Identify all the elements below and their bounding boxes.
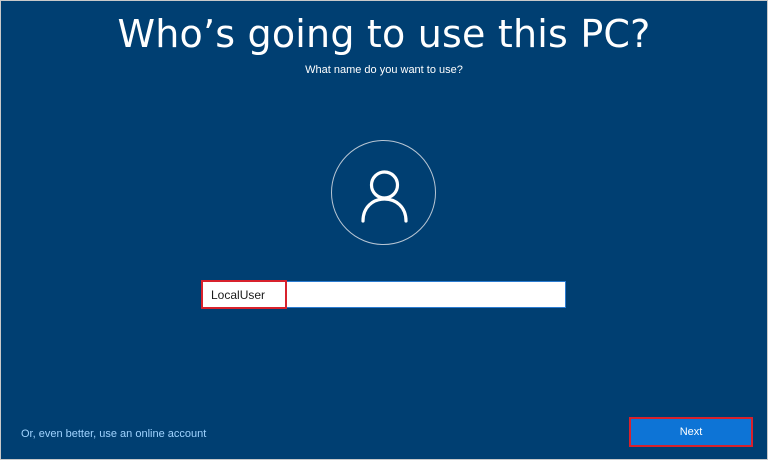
avatar (331, 140, 436, 245)
setup-screen: Who’s going to use this PC? What name do… (0, 0, 768, 460)
user-icon (361, 170, 408, 223)
page-subtitle: What name do you want to use? (305, 64, 463, 76)
next-button[interactable]: Next (629, 417, 753, 447)
page-title: Who’s going to use this PC? (117, 12, 651, 56)
online-account-link[interactable]: Or, even better, use an online account (21, 427, 206, 441)
name-input[interactable] (202, 281, 566, 308)
